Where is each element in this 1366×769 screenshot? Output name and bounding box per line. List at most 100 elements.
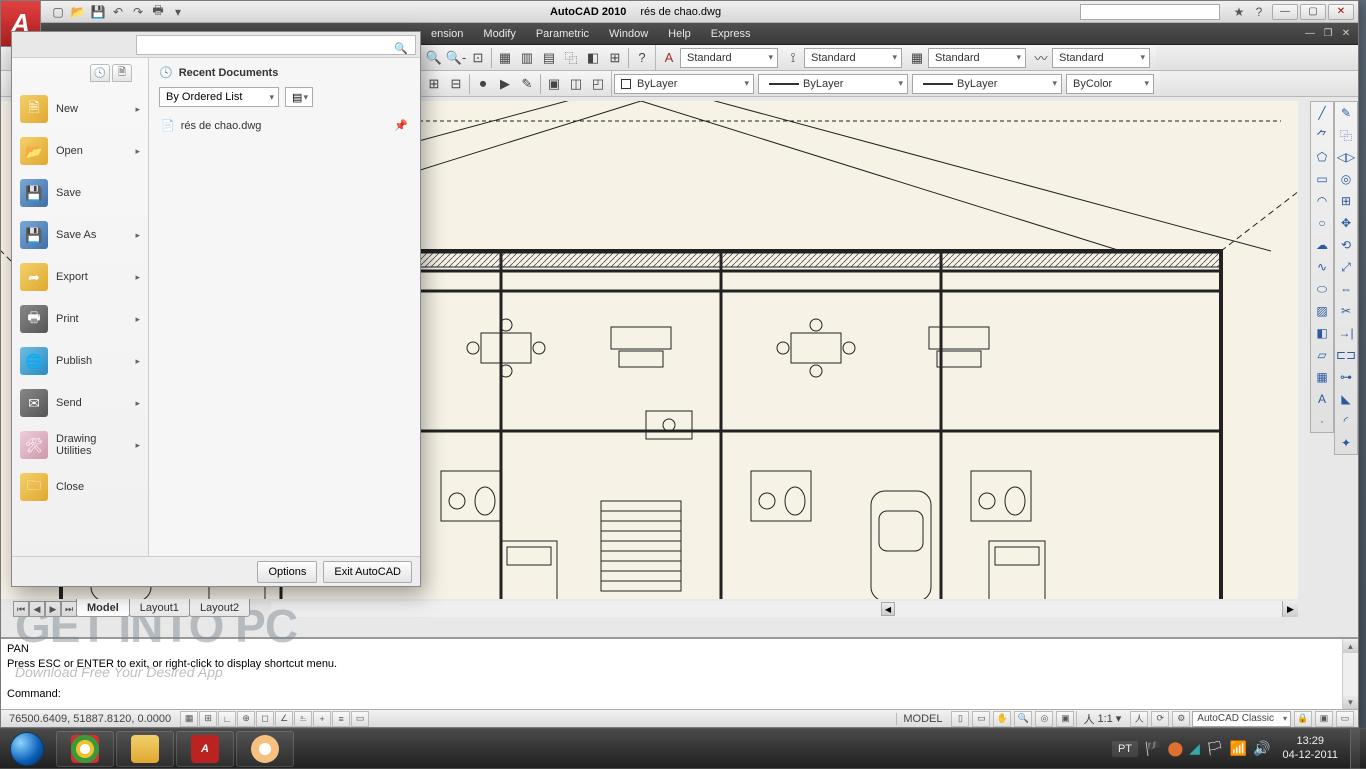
appmenu-print[interactable]: 🖶Print▸ <box>12 298 148 340</box>
zoom-prev-icon[interactable]: 🔍- <box>445 47 467 69</box>
hatch-icon[interactable]: ▨ <box>1311 300 1333 322</box>
pline-icon[interactable]: ⺈ <box>1311 124 1333 146</box>
tray-autodesk-icon[interactable]: ◢ <box>1189 740 1200 757</box>
qat-new-icon[interactable]: ▢ <box>49 3 67 21</box>
gradient-icon[interactable]: ◧ <box>1311 322 1333 344</box>
command-window[interactable]: PAN Press ESC or ENTER to exit, or right… <box>1 637 1358 709</box>
tray-network-icon[interactable]: 📶 <box>1230 740 1247 757</box>
workspace-combo[interactable]: AutoCAD Classic <box>1192 711 1291 727</box>
tray-flag-icon[interactable]: 🏴 <box>1144 740 1161 757</box>
appmenu-open[interactable]: 📂Open▸ <box>12 130 148 172</box>
tray-security-icon[interactable]: ⬤ <box>1167 740 1183 757</box>
minimize-button[interactable]: — <box>1272 4 1298 20</box>
join-icon[interactable]: ⊶ <box>1335 366 1357 388</box>
exit-autocad-button[interactable]: Exit AutoCAD <box>323 561 412 583</box>
xref-icon[interactable]: ◫ <box>565 73 587 95</box>
appmenu-new[interactable]: 🗎New▸ <box>12 88 148 130</box>
region-icon[interactable]: ▱ <box>1311 344 1333 366</box>
polar-toggle[interactable]: ⊕ <box>237 711 255 727</box>
coords-readout[interactable]: 76500.6409, 51887.8120, 0.0000 <box>1 713 179 725</box>
action-play-icon[interactable]: ▶ <box>494 73 516 95</box>
groups-icon[interactable]: ⊞ <box>423 73 445 95</box>
menu-modify[interactable]: Modify <box>473 25 525 43</box>
textstyle-icon[interactable]: A <box>658 47 680 69</box>
plotstyle-combo[interactable]: ByColor <box>1066 74 1154 94</box>
menu-window[interactable]: Window <box>599 25 658 43</box>
taskbar-paint[interactable] <box>236 731 294 767</box>
appmenu-export[interactable]: ➦Export▸ <box>12 256 148 298</box>
tab-next-icon[interactable]: ▶ <box>45 601 61 617</box>
tablestyle-icon[interactable]: ▦ <box>906 47 928 69</box>
tab-layout1[interactable]: Layout1 <box>129 599 190 617</box>
pin-icon[interactable]: 📌 <box>394 119 408 132</box>
qat-open-icon[interactable]: 📂 <box>69 3 87 21</box>
block-editor-icon[interactable]: ▣ <box>543 73 565 95</box>
maximize-button[interactable]: ▢ <box>1300 4 1326 20</box>
line-icon[interactable]: ╱ <box>1311 102 1333 124</box>
hardware-accel-icon[interactable]: ▣ <box>1315 711 1333 727</box>
tab-model[interactable]: Model <box>76 599 130 617</box>
erase-icon[interactable]: ✎ <box>1335 102 1357 124</box>
chamfer-icon[interactable]: ◣ <box>1335 388 1357 410</box>
wheel-icon[interactable]: ◎ <box>1035 711 1053 727</box>
language-indicator[interactable]: PT <box>1112 741 1138 757</box>
ellipse-icon[interactable]: ⬭ <box>1311 278 1333 300</box>
quickview-layouts-icon[interactable]: ▯ <box>951 711 969 727</box>
mdi-minimize-icon[interactable]: — <box>1302 27 1318 41</box>
markup-icon[interactable]: ◧ <box>582 47 604 69</box>
anno-scale-value[interactable]: 1:1 <box>1097 713 1112 725</box>
trim-icon[interactable]: ✂ <box>1335 300 1357 322</box>
ortho-toggle[interactable]: ∟ <box>218 711 236 727</box>
menu-parametric[interactable]: Parametric <box>526 25 599 43</box>
snap-toggle[interactable]: ▦ <box>180 711 198 727</box>
title-search-input[interactable] <box>1080 4 1220 20</box>
taskbar-explorer[interactable] <box>116 731 174 767</box>
help-toolbar-icon[interactable]: ? <box>631 47 653 69</box>
appmenu-search-input[interactable] <box>136 35 416 55</box>
dimstyle-icon[interactable]: ⟟ <box>782 47 804 69</box>
annovis-icon[interactable]: 人 <box>1130 711 1148 727</box>
ungroup-icon[interactable]: ⊟ <box>445 73 467 95</box>
annoscale-icon[interactable]: 人 <box>1083 711 1094 727</box>
stretch-icon[interactable]: ⇔ <box>1335 278 1357 300</box>
qp-toggle[interactable]: ▭ <box>351 711 369 727</box>
close-button[interactable]: ✕ <box>1328 4 1354 20</box>
start-button[interactable] <box>0 729 54 769</box>
tray-action-icon[interactable]: 🏳 <box>1206 740 1224 757</box>
tab-prev-icon[interactable]: ◀ <box>29 601 45 617</box>
ws-icon[interactable]: ⚙ <box>1172 711 1190 727</box>
sheetset-icon[interactable]: ⿻ <box>560 47 582 69</box>
rotate-icon[interactable]: ⟲ <box>1335 234 1357 256</box>
otrack-toggle[interactable]: ∠ <box>275 711 293 727</box>
point-icon[interactable]: · <box>1311 410 1333 432</box>
grid-toggle[interactable]: ⊞ <box>199 711 217 727</box>
clean-screen-icon[interactable]: ▭ <box>1336 711 1354 727</box>
menu-dimension[interactable]: ension <box>421 25 473 43</box>
array-icon[interactable]: ⊞ <box>1335 190 1357 212</box>
mdi-close-icon[interactable]: ✕ <box>1338 27 1354 41</box>
title-bar[interactable]: ▢ 📂 💾 ↶ ↷ 🖶 ▾ AutoCAD 2010rés de chao.dw… <box>1 1 1358 23</box>
mtext-icon[interactable]: A <box>1311 388 1333 410</box>
osnap-toggle[interactable]: ◻ <box>256 711 274 727</box>
mlstyle-icon[interactable]: 〰 <box>1030 47 1052 69</box>
extend-icon[interactable]: →| <box>1335 322 1357 344</box>
mdi-restore-icon[interactable]: ❐ <box>1320 27 1336 41</box>
command-text[interactable]: PAN Press ESC or ENTER to exit, or right… <box>1 639 1342 709</box>
dcenter-icon[interactable]: ▥ <box>516 47 538 69</box>
appmenu-publish[interactable]: 🌐Publish▸ <box>12 340 148 382</box>
dyn-toggle[interactable]: + <box>313 711 331 727</box>
action-edit-icon[interactable]: ✎ <box>516 73 538 95</box>
hscrollbar[interactable]: ◀ ▶ <box>271 601 1298 617</box>
show-desktop-button[interactable] <box>1350 729 1360 769</box>
recent-file-item[interactable]: 📄 rés de chao.dwg 📌 <box>159 115 410 136</box>
recent-tab-icon[interactable]: 🕓 <box>90 64 110 82</box>
recent-order-combo[interactable]: By Ordered List <box>159 87 279 107</box>
lineweight-combo[interactable]: ByLayer <box>912 74 1062 94</box>
help-star-icon[interactable]: ★ <box>1230 3 1248 21</box>
menu-help[interactable]: Help <box>658 25 701 43</box>
recent-view-combo[interactable]: ▤ <box>285 87 313 107</box>
mlstyle-combo[interactable]: Standard <box>1052 48 1150 68</box>
qat-dropdown-icon[interactable]: ▾ <box>169 3 187 21</box>
help-icon[interactable]: ? <box>1250 3 1268 21</box>
tray-volume-icon[interactable]: 🔊 <box>1253 740 1270 757</box>
